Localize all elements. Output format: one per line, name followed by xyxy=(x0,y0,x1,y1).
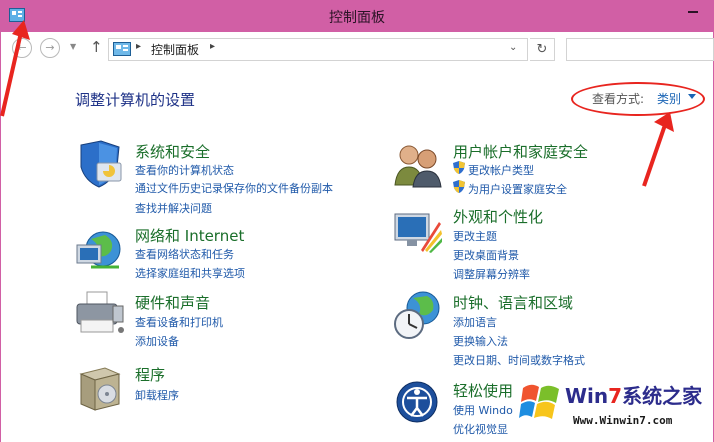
page-title: 调整计算机的设置 xyxy=(75,91,196,109)
watermark-brand-win: Win xyxy=(565,384,609,408)
clock-globe-icon[interactable] xyxy=(393,290,443,340)
navigation-bar: ← → ▼ ↑ ▸ 控制面板 ▸ ⌄ ↻ xyxy=(0,32,714,64)
link-change-desktop-background[interactable]: 更改桌面背景 xyxy=(453,247,519,263)
link-devices-printers[interactable]: 查看设备和打印机 xyxy=(135,314,223,330)
minimize-icon[interactable] xyxy=(688,2,700,22)
link-file-history-backup[interactable]: 通过文件历史记录保存你的文件备份副本 xyxy=(135,180,333,196)
category-title-ease-of-access[interactable]: 轻松使用 xyxy=(453,380,513,401)
watermark-brand: Win7系统之家 xyxy=(565,380,702,409)
link-add-device[interactable]: 添加设备 xyxy=(135,333,179,349)
search-input[interactable] xyxy=(566,38,714,61)
link-change-account-type[interactable]: 更改帐户类型 xyxy=(468,162,534,178)
category-title-clock-language-region[interactable]: 时钟、语言和区域 xyxy=(453,292,573,313)
category-title-system-security[interactable]: 系统和安全 xyxy=(135,141,210,162)
link-date-time-format[interactable]: 更改日期、时间或数字格式 xyxy=(453,352,585,368)
link-change-theme[interactable]: 更改主题 xyxy=(453,228,497,244)
watermark-brand-seven: 7 xyxy=(608,384,623,408)
up-arrow-icon[interactable]: ↑ xyxy=(90,38,104,56)
programs-box-icon[interactable] xyxy=(75,364,125,414)
annotation-arrow xyxy=(642,112,674,187)
link-screen-resolution[interactable]: 调整屏幕分辨率 xyxy=(453,266,530,282)
category-title-hardware-sound[interactable]: 硬件和声音 xyxy=(135,292,210,313)
system-security-shield-icon[interactable] xyxy=(75,139,125,189)
watermark: Win7系统之家 Www.Winwin7.com xyxy=(515,378,714,442)
link-troubleshoot[interactable]: 查找并解决问题 xyxy=(135,200,212,216)
link-optimize-visual-display[interactable]: 优化视觉显 xyxy=(453,421,508,437)
title-bar: 控制面板 xyxy=(0,0,714,32)
network-globe-icon[interactable] xyxy=(75,225,125,275)
link-network-status[interactable]: 查看网络状态和任务 xyxy=(135,246,234,262)
forward-button[interactable]: → xyxy=(40,38,60,58)
category-title-programs[interactable]: 程序 xyxy=(135,364,165,385)
link-uninstall-program[interactable]: 卸载程序 xyxy=(135,387,179,403)
annotation-arrow xyxy=(0,20,30,117)
windows-logo-icon xyxy=(519,384,559,419)
ease-of-access-icon[interactable] xyxy=(393,378,443,428)
link-family-safety[interactable]: 为用户设置家庭安全 xyxy=(468,181,567,197)
category-title-user-accounts[interactable]: 用户帐户和家庭安全 xyxy=(453,141,588,162)
link-view-computer-status[interactable]: 查看你的计算机状态 xyxy=(135,162,234,178)
breadcrumb-separator[interactable]: ▸ xyxy=(136,41,141,52)
link-add-language[interactable]: 添加语言 xyxy=(453,314,497,330)
address-history-chevron-icon[interactable]: ⌄ xyxy=(509,42,517,53)
link-use-windows-suggestions[interactable]: 使用 Windo xyxy=(453,402,513,418)
link-change-input-method[interactable]: 更换输入法 xyxy=(453,333,508,349)
uac-shield-icon xyxy=(453,161,465,174)
recent-locations-dropdown-icon[interactable]: ▼ xyxy=(70,42,76,51)
category-title-network-internet[interactable]: 网络和 Internet xyxy=(135,225,244,246)
address-bar[interactable]: ▸ 控制面板 ▸ ⌄ xyxy=(108,38,528,61)
window-title: 控制面板 xyxy=(329,10,385,26)
breadcrumb-separator[interactable]: ▸ xyxy=(210,41,215,52)
user-accounts-icon[interactable] xyxy=(393,139,443,189)
link-homegroup-sharing[interactable]: 选择家庭组和共享选项 xyxy=(135,265,245,281)
category-title-appearance[interactable]: 外观和个性化 xyxy=(453,206,543,227)
appearance-monitor-icon[interactable] xyxy=(393,206,443,256)
control-panel-icon xyxy=(113,42,131,56)
refresh-button[interactable]: ↻ xyxy=(530,38,555,61)
watermark-site: Www.Winwin7.com xyxy=(573,414,673,427)
printer-icon[interactable] xyxy=(75,290,125,340)
uac-shield-icon xyxy=(453,180,465,193)
watermark-brand-suffix: 系统之家 xyxy=(622,384,703,408)
breadcrumb-control-panel[interactable]: 控制面板 xyxy=(151,41,199,58)
